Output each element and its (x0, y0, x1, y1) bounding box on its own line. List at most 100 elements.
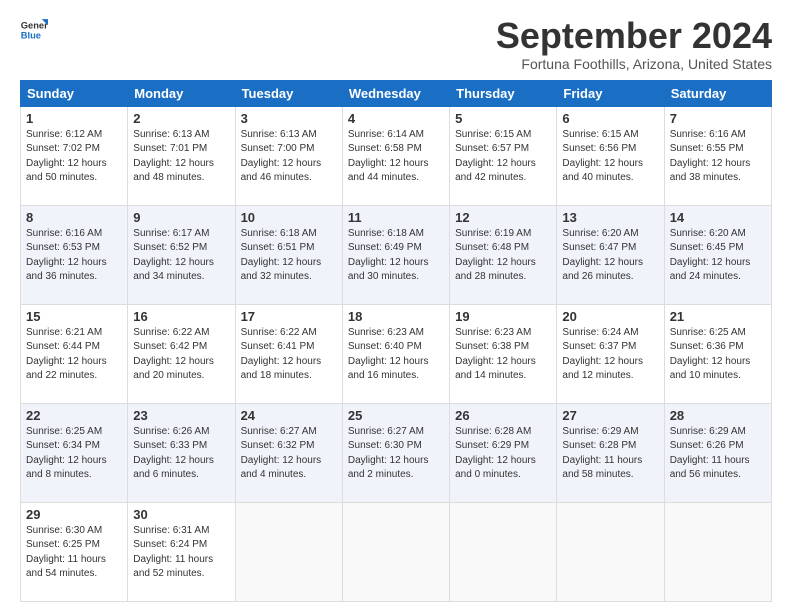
calendar-week-2: 8 Sunrise: 6:16 AMSunset: 6:53 PMDayligh… (21, 205, 772, 304)
day-info: Sunrise: 6:23 AMSunset: 6:40 PMDaylight:… (348, 327, 429, 382)
table-row: 28 Sunrise: 6:29 AMSunset: 6:26 PMDaylig… (664, 403, 771, 502)
day-number: 20 (562, 309, 658, 324)
day-info: Sunrise: 6:27 AMSunset: 6:32 PMDaylight:… (241, 426, 322, 481)
day-number: 17 (241, 309, 337, 324)
logo: General Blue (20, 16, 48, 44)
col-saturday: Saturday (664, 80, 771, 106)
table-row (557, 502, 664, 601)
calendar-week-3: 15 Sunrise: 6:21 AMSunset: 6:44 PMDaylig… (21, 304, 772, 403)
day-info: Sunrise: 6:13 AMSunset: 7:01 PMDaylight:… (133, 129, 214, 184)
day-number: 23 (133, 408, 229, 423)
day-info: Sunrise: 6:16 AMSunset: 6:55 PMDaylight:… (670, 129, 751, 184)
table-row: 23 Sunrise: 6:26 AMSunset: 6:33 PMDaylig… (128, 403, 235, 502)
table-row: 30 Sunrise: 6:31 AMSunset: 6:24 PMDaylig… (128, 502, 235, 601)
table-row: 4 Sunrise: 6:14 AMSunset: 6:58 PMDayligh… (342, 106, 449, 205)
table-row: 24 Sunrise: 6:27 AMSunset: 6:32 PMDaylig… (235, 403, 342, 502)
day-info: Sunrise: 6:16 AMSunset: 6:53 PMDaylight:… (26, 228, 107, 283)
day-number: 28 (670, 408, 766, 423)
day-number: 29 (26, 507, 122, 522)
logo-icon: General Blue (20, 16, 48, 44)
day-number: 24 (241, 408, 337, 423)
table-row (450, 502, 557, 601)
day-info: Sunrise: 6:15 AMSunset: 6:57 PMDaylight:… (455, 129, 536, 184)
calendar-header-row: Sunday Monday Tuesday Wednesday Thursday… (21, 80, 772, 106)
table-row: 17 Sunrise: 6:22 AMSunset: 6:41 PMDaylig… (235, 304, 342, 403)
day-info: Sunrise: 6:29 AMSunset: 6:26 PMDaylight:… (670, 426, 750, 481)
svg-text:Blue: Blue (21, 31, 41, 41)
col-thursday: Thursday (450, 80, 557, 106)
day-info: Sunrise: 6:27 AMSunset: 6:30 PMDaylight:… (348, 426, 429, 481)
table-row: 13 Sunrise: 6:20 AMSunset: 6:47 PMDaylig… (557, 205, 664, 304)
day-number: 10 (241, 210, 337, 225)
col-monday: Monday (128, 80, 235, 106)
day-info: Sunrise: 6:20 AMSunset: 6:47 PMDaylight:… (562, 228, 643, 283)
day-info: Sunrise: 6:18 AMSunset: 6:51 PMDaylight:… (241, 228, 322, 283)
table-row: 11 Sunrise: 6:18 AMSunset: 6:49 PMDaylig… (342, 205, 449, 304)
day-number: 18 (348, 309, 444, 324)
day-info: Sunrise: 6:20 AMSunset: 6:45 PMDaylight:… (670, 228, 751, 283)
day-info: Sunrise: 6:26 AMSunset: 6:33 PMDaylight:… (133, 426, 214, 481)
day-info: Sunrise: 6:14 AMSunset: 6:58 PMDaylight:… (348, 129, 429, 184)
day-number: 11 (348, 210, 444, 225)
table-row: 20 Sunrise: 6:24 AMSunset: 6:37 PMDaylig… (557, 304, 664, 403)
day-number: 13 (562, 210, 658, 225)
table-row: 14 Sunrise: 6:20 AMSunset: 6:45 PMDaylig… (664, 205, 771, 304)
table-row: 18 Sunrise: 6:23 AMSunset: 6:40 PMDaylig… (342, 304, 449, 403)
day-number: 15 (26, 309, 122, 324)
table-row: 3 Sunrise: 6:13 AMSunset: 7:00 PMDayligh… (235, 106, 342, 205)
title-block: September 2024 Fortuna Foothills, Arizon… (496, 16, 772, 72)
day-number: 2 (133, 111, 229, 126)
table-row: 15 Sunrise: 6:21 AMSunset: 6:44 PMDaylig… (21, 304, 128, 403)
calendar: Sunday Monday Tuesday Wednesday Thursday… (20, 80, 772, 602)
month-title: September 2024 (496, 16, 772, 56)
header: General Blue September 2024 Fortuna Foot… (20, 16, 772, 72)
svg-text:General: General (21, 20, 48, 30)
day-number: 27 (562, 408, 658, 423)
col-friday: Friday (557, 80, 664, 106)
calendar-week-5: 29 Sunrise: 6:30 AMSunset: 6:25 PMDaylig… (21, 502, 772, 601)
day-number: 14 (670, 210, 766, 225)
day-info: Sunrise: 6:24 AMSunset: 6:37 PMDaylight:… (562, 327, 643, 382)
table-row: 9 Sunrise: 6:17 AMSunset: 6:52 PMDayligh… (128, 205, 235, 304)
table-row: 5 Sunrise: 6:15 AMSunset: 6:57 PMDayligh… (450, 106, 557, 205)
day-number: 6 (562, 111, 658, 126)
col-tuesday: Tuesday (235, 80, 342, 106)
day-info: Sunrise: 6:30 AMSunset: 6:25 PMDaylight:… (26, 525, 106, 580)
day-number: 3 (241, 111, 337, 126)
day-info: Sunrise: 6:13 AMSunset: 7:00 PMDaylight:… (241, 129, 322, 184)
day-info: Sunrise: 6:17 AMSunset: 6:52 PMDaylight:… (133, 228, 214, 283)
day-info: Sunrise: 6:21 AMSunset: 6:44 PMDaylight:… (26, 327, 107, 382)
table-row (235, 502, 342, 601)
table-row: 1 Sunrise: 6:12 AMSunset: 7:02 PMDayligh… (21, 106, 128, 205)
calendar-week-4: 22 Sunrise: 6:25 AMSunset: 6:34 PMDaylig… (21, 403, 772, 502)
day-info: Sunrise: 6:25 AMSunset: 6:36 PMDaylight:… (670, 327, 751, 382)
table-row: 8 Sunrise: 6:16 AMSunset: 6:53 PMDayligh… (21, 205, 128, 304)
day-number: 4 (348, 111, 444, 126)
day-number: 5 (455, 111, 551, 126)
table-row: 12 Sunrise: 6:19 AMSunset: 6:48 PMDaylig… (450, 205, 557, 304)
day-info: Sunrise: 6:22 AMSunset: 6:42 PMDaylight:… (133, 327, 214, 382)
table-row (342, 502, 449, 601)
col-sunday: Sunday (21, 80, 128, 106)
day-number: 1 (26, 111, 122, 126)
calendar-week-1: 1 Sunrise: 6:12 AMSunset: 7:02 PMDayligh… (21, 106, 772, 205)
day-info: Sunrise: 6:22 AMSunset: 6:41 PMDaylight:… (241, 327, 322, 382)
day-info: Sunrise: 6:28 AMSunset: 6:29 PMDaylight:… (455, 426, 536, 481)
table-row: 27 Sunrise: 6:29 AMSunset: 6:28 PMDaylig… (557, 403, 664, 502)
table-row: 26 Sunrise: 6:28 AMSunset: 6:29 PMDaylig… (450, 403, 557, 502)
table-row: 6 Sunrise: 6:15 AMSunset: 6:56 PMDayligh… (557, 106, 664, 205)
day-info: Sunrise: 6:25 AMSunset: 6:34 PMDaylight:… (26, 426, 107, 481)
day-number: 7 (670, 111, 766, 126)
day-info: Sunrise: 6:31 AMSunset: 6:24 PMDaylight:… (133, 525, 213, 580)
day-info: Sunrise: 6:12 AMSunset: 7:02 PMDaylight:… (26, 129, 107, 184)
day-number: 19 (455, 309, 551, 324)
day-info: Sunrise: 6:19 AMSunset: 6:48 PMDaylight:… (455, 228, 536, 283)
table-row (664, 502, 771, 601)
day-number: 8 (26, 210, 122, 225)
day-number: 12 (455, 210, 551, 225)
day-info: Sunrise: 6:23 AMSunset: 6:38 PMDaylight:… (455, 327, 536, 382)
day-number: 30 (133, 507, 229, 522)
day-number: 25 (348, 408, 444, 423)
page: General Blue September 2024 Fortuna Foot… (0, 0, 792, 612)
table-row: 7 Sunrise: 6:16 AMSunset: 6:55 PMDayligh… (664, 106, 771, 205)
